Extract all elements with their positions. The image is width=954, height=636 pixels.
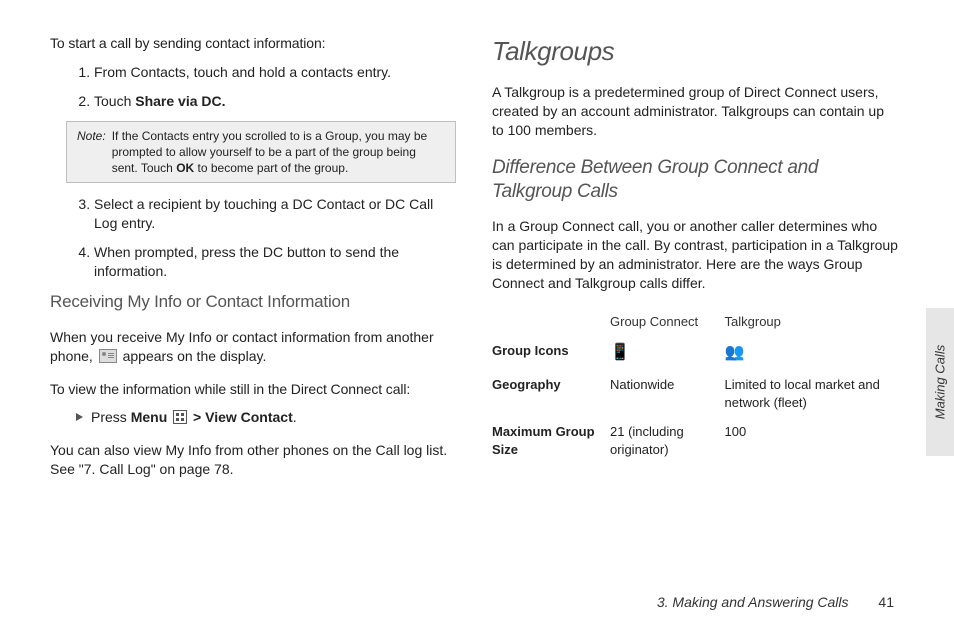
step-2-action: Share via DC. xyxy=(135,93,225,109)
step-3: Select a recipient by touching a DC Cont… xyxy=(94,195,456,233)
heading-talkgroups: Talkgroups xyxy=(492,34,898,69)
view-lead: To view the information while still in t… xyxy=(50,380,456,399)
cell-max-tg: 100 xyxy=(725,417,898,464)
table-row: Group Icons 📱 👥 xyxy=(492,336,898,370)
heading-difference: Difference Between Group Connect and Tal… xyxy=(492,156,898,204)
cell-max-gc: 21 (including originator) xyxy=(610,417,725,464)
steps-list-cont: Select a recipient by touching a DC Cont… xyxy=(50,195,456,281)
receiving-paragraph: When you receive My Info or contact info… xyxy=(50,328,456,366)
cell-geo-gc: Nationwide xyxy=(610,370,725,417)
right-column: Talkgroups A Talkgroup is a predetermine… xyxy=(492,34,898,493)
footer-chapter: 3. Making and Answering Calls xyxy=(657,594,849,610)
note-box: Note: If the Contacts entry you scrolled… xyxy=(66,121,456,184)
heading-receiving: Receiving My Info or Contact Information xyxy=(50,291,456,314)
step-1: From Contacts, touch and hold a contacts… xyxy=(94,63,456,82)
menu-grid-icon xyxy=(173,410,187,424)
phone-icon: 📱 xyxy=(610,344,630,361)
step-4: When prompted, press the DC button to se… xyxy=(94,243,456,281)
press-menu-line: Press Menu > View Contact. xyxy=(76,408,456,427)
row-label-icons: Group Icons xyxy=(492,336,610,370)
col-header-talkgroup: Talkgroup xyxy=(725,307,898,337)
row-label-max: Maximum Group Size xyxy=(492,417,610,464)
side-tab: Making Calls xyxy=(926,308,954,456)
table-row: Geography Nationwide Limited to local ma… xyxy=(492,370,898,417)
note-label: Note: xyxy=(77,128,106,177)
difference-paragraph: In a Group Connect call, you or another … xyxy=(492,217,898,293)
note-ok: OK xyxy=(176,161,194,175)
menu-label: Menu xyxy=(131,409,168,425)
col-header-group-connect: Group Connect xyxy=(610,307,725,337)
row-label-geography: Geography xyxy=(492,370,610,417)
bullet-end: . xyxy=(293,409,297,425)
receiving-post: appears on the display. xyxy=(119,348,267,364)
note-body: If the Contacts entry you scrolled to is… xyxy=(112,128,445,177)
left-column: To start a call by sending contact infor… xyxy=(50,34,456,493)
contact-card-icon xyxy=(99,349,117,363)
talkgroups-intro: A Talkgroup is a predetermined group of … xyxy=(492,83,898,140)
side-tab-label: Making Calls xyxy=(933,345,948,419)
people-icon: 👥 xyxy=(725,344,745,361)
comparison-table: Group Connect Talkgroup Group Icons 📱 👥 … xyxy=(492,307,898,464)
also-paragraph: You can also view My Info from other pho… xyxy=(50,441,456,479)
view-contact-label: View Contact xyxy=(205,409,293,425)
intro-line: To start a call by sending contact infor… xyxy=(50,34,456,53)
cell-geo-tg: Limited to local market and network (fle… xyxy=(725,370,898,417)
gt-symbol: > xyxy=(189,409,205,425)
steps-list: From Contacts, touch and hold a contacts… xyxy=(50,63,456,111)
step-2: Touch Share via DC. xyxy=(94,92,456,111)
note-body-post: to become part of the group. xyxy=(194,161,348,175)
step-2-pre: Touch xyxy=(94,93,135,109)
table-row: Maximum Group Size 21 (including origina… xyxy=(492,417,898,464)
footer-page-number: 41 xyxy=(878,594,894,610)
page-footer: 3. Making and Answering Calls 41 xyxy=(657,594,894,610)
triangle-bullet-icon xyxy=(76,413,83,421)
press-text: Press xyxy=(91,409,131,425)
